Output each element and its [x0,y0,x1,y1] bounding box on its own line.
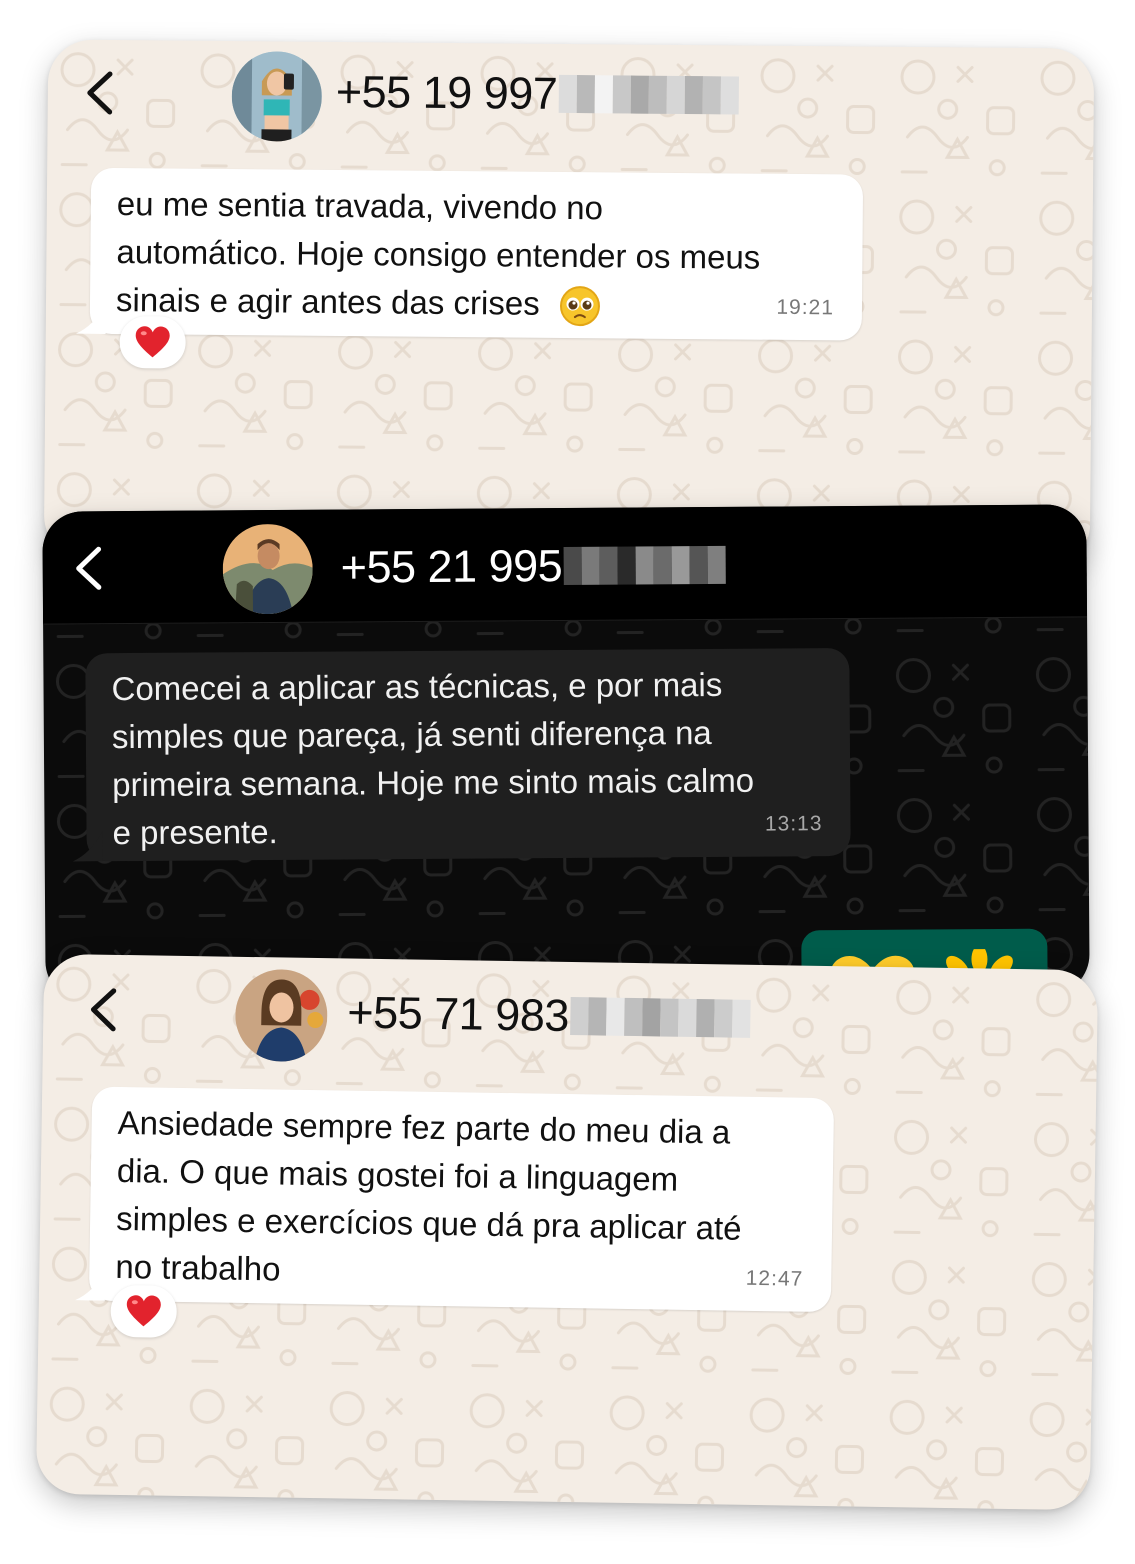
chat-header: +55 19 997 [47,39,1094,158]
message-reaction[interactable] [110,1284,178,1338]
bubble-tail [72,831,103,862]
contact-phone-number[interactable]: +55 19 997 [336,66,740,122]
woman-smiling-avatar-icon [234,968,329,1063]
phone-number-visible: +55 21 995 [340,540,563,593]
message-reaction[interactable] [119,316,186,369]
avatar[interactable] [234,968,329,1063]
back-arrow-icon[interactable] [80,68,120,118]
message-line: Comecei a aplicar as técnicas, e por mai… [111,665,723,708]
message-line: simples que pareça, já senti diferença n… [111,713,712,756]
avatar[interactable] [222,523,314,615]
pleading-face-icon [559,286,600,327]
received-message-bubble[interactable]: Ansiedade sempre fez parte do meu dia a … [74,1086,835,1313]
message-line: automático. Hoje consigo entender os meu… [116,233,761,276]
bubble-tail [75,303,106,334]
chat-card-3: +55 71 983 Ansiedade sempre fez parte do… [35,953,1099,1511]
message-line: sinais e agir antes das crises [116,276,836,330]
contact-phone-number[interactable]: +55 71 983 [347,986,752,1045]
received-message-bubble[interactable]: Comecei a aplicar as técnicas, e por mai… [72,648,851,862]
avatar[interactable] [231,51,323,142]
phone-number-censor-blur [564,545,727,586]
bubble-tail [74,1270,106,1301]
message-line: eu me sentia travada, vivendo no [116,185,604,227]
chat-card-2: +55 21 995 Comecei a aplicar as técnicas… [42,504,1090,1002]
phone-number-censor-blur [570,997,752,1038]
back-arrow-icon[interactable] [83,984,124,1035]
message-line: primeira semana. Hoje me sinto mais calm… [112,761,755,804]
man-hiking-avatar-icon [222,523,314,615]
message-timestamp: 19:21 [776,295,835,320]
chat-card-1: +55 19 997 eu me sentia travada, vivendo… [43,39,1095,569]
woman-gym-selfie-avatar-icon [231,51,323,142]
phone-number-visible: +55 71 983 [347,986,570,1041]
chat-header: +55 71 983 [43,954,1099,1081]
message-text: sinais e agir antes das crises [115,281,540,322]
contact-phone-number[interactable]: +55 21 995 [341,539,727,594]
message-line: e presente. [112,813,278,852]
received-message-bubble[interactable]: eu me sentia travada, vivendo no automát… [75,167,864,341]
red-heart-icon [135,326,170,358]
chat-header: +55 21 995 [42,504,1088,625]
message-timestamp: 12:47 [745,1266,804,1291]
phone-number-visible: +55 19 997 [335,65,558,119]
back-arrow-icon[interactable] [69,543,109,593]
phone-number-censor-blur [559,74,740,115]
message-timestamp: 13:13 [764,812,823,836]
red-heart-icon [126,1295,161,1327]
